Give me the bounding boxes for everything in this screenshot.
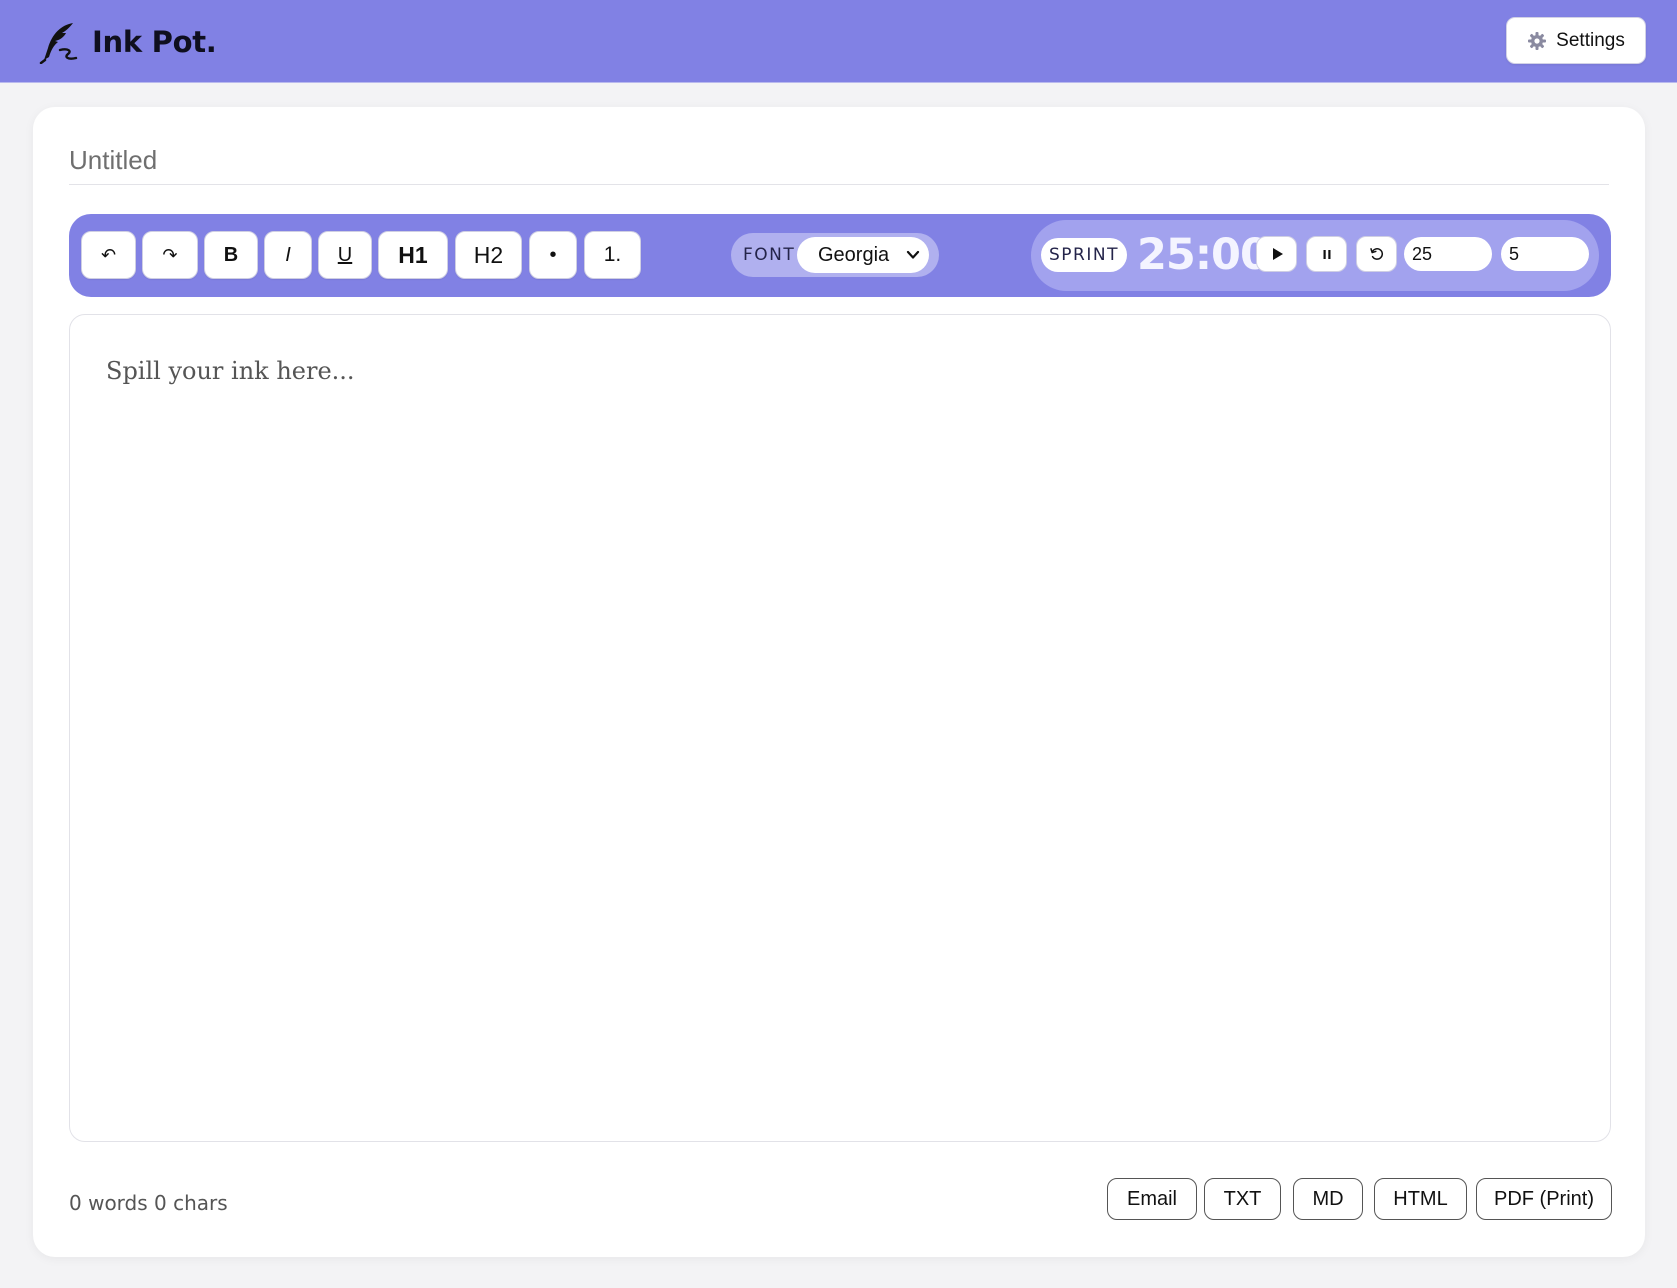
quill-icon (39, 23, 78, 64)
pause-button[interactable] (1306, 236, 1347, 272)
brand: Ink Pot. (38, 20, 217, 64)
export-pdf-button[interactable]: PDF (Print) (1476, 1178, 1612, 1220)
settings-button[interactable]: Settings (1506, 17, 1646, 64)
settings-label: Settings (1556, 29, 1625, 51)
reset-icon (1369, 248, 1383, 260)
numbered-list-label: 1. (603, 243, 622, 266)
document-title-input[interactable] (69, 137, 1609, 185)
heading2-button[interactable]: H2 (455, 231, 522, 279)
play-icon (1272, 248, 1283, 260)
font-label: FONT (743, 245, 796, 265)
export-md-button[interactable]: MD (1293, 1178, 1363, 1220)
word-char-count: 0 words 0 chars (69, 1191, 228, 1215)
play-button[interactable] (1256, 236, 1297, 272)
export-html-button[interactable]: HTML (1374, 1178, 1467, 1220)
sprint-timer: SPRINT 25:00 (1031, 220, 1599, 291)
undo-icon: ↶ (100, 244, 117, 265)
redo-icon: ↷ (162, 244, 178, 265)
pause-icon (1323, 250, 1330, 259)
heading1-button[interactable]: H1 (378, 231, 448, 279)
underline-button[interactable]: U (318, 231, 372, 279)
formatting-toolbar: ↶ ↷ B I U H1 H2 • 1. FONT Georgia SPRINT… (69, 214, 1611, 297)
underline-label: U (337, 243, 353, 266)
editor-area[interactable]: Spill your ink here... (69, 314, 1611, 1142)
sprint-badge: SPRINT (1041, 238, 1127, 272)
bold-label: B (223, 243, 239, 266)
work-minutes-input[interactable] (1404, 237, 1492, 271)
bullet-list-icon: • (549, 243, 557, 266)
export-txt-button[interactable]: TXT (1204, 1178, 1281, 1220)
gear-icon (1528, 31, 1547, 50)
heading2-label: H2 (473, 241, 504, 268)
font-selected-value: Georgia (818, 243, 890, 266)
font-picker: FONT Georgia (731, 233, 939, 277)
undo-button[interactable]: ↶ (81, 231, 136, 279)
redo-button[interactable]: ↷ (142, 231, 198, 279)
app-header: Ink Pot. Settings (0, 0, 1677, 83)
editor-placeholder: Spill your ink here... (106, 357, 355, 385)
bullet-list-button[interactable]: • (529, 231, 577, 279)
timer-display: 25:00 (1137, 230, 1270, 280)
app-name: Ink Pot. (92, 25, 217, 59)
export-email-button[interactable]: Email (1107, 1178, 1197, 1220)
heading1-label: H1 (398, 241, 428, 268)
italic-label: I (285, 243, 291, 266)
editor-card: ↶ ↷ B I U H1 H2 • 1. FONT Georgia (33, 107, 1645, 1257)
font-select[interactable]: Georgia (797, 237, 929, 273)
reset-button[interactable] (1356, 236, 1397, 272)
bold-button[interactable]: B (204, 231, 258, 279)
numbered-list-button[interactable]: 1. (584, 231, 641, 279)
italic-button[interactable]: I (264, 231, 312, 279)
break-minutes-input[interactable] (1501, 237, 1589, 271)
chevron-down-icon (906, 250, 920, 259)
